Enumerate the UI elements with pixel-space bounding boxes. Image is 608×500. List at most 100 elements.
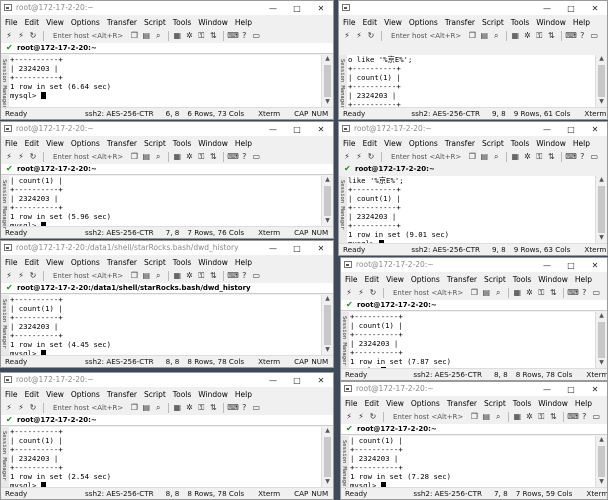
scroll-thumb[interactable] <box>598 446 605 477</box>
menu-item-transfer[interactable]: Transfer <box>107 258 137 267</box>
minimize-button[interactable]: — <box>535 382 559 396</box>
copy-icon[interactable]: ❐ <box>469 412 479 422</box>
maximize-button[interactable]: □ <box>285 122 309 136</box>
keymap-icon[interactable]: ⌨ <box>227 152 239 162</box>
quick-connect-icon[interactable]: ⚡ <box>354 31 364 41</box>
menu-item-edit[interactable]: Edit <box>365 275 380 284</box>
menu-item-edit[interactable]: Edit <box>363 18 378 27</box>
menu-item-transfer[interactable]: Transfer <box>445 18 475 27</box>
print-icon[interactable]: ▦ <box>172 152 182 162</box>
title-bar[interactable]: root@172-17-2-20:~ — □ ✕ <box>1 122 333 136</box>
menu-item-view[interactable]: View <box>384 18 402 27</box>
host-input[interactable]: Enter host <Alt+R> <box>53 32 123 40</box>
help-icon[interactable]: ? <box>577 152 587 162</box>
settings-icon[interactable]: ✲ <box>522 152 532 162</box>
maximize-button[interactable]: □ <box>559 122 583 136</box>
find-icon[interactable]: ⌕ <box>493 412 503 422</box>
help-icon[interactable]: ? <box>239 271 249 281</box>
maximize-button[interactable]: □ <box>285 373 309 387</box>
paste-icon[interactable]: ▤ <box>479 31 489 41</box>
menu-item-window[interactable]: Window <box>198 18 228 27</box>
menu-item-options[interactable]: Options <box>411 399 440 408</box>
scroll-up-icon[interactable]: ▲ <box>596 312 607 321</box>
scroll-down-icon[interactable]: ▼ <box>596 98 607 107</box>
menu-item-window[interactable]: Window <box>538 275 568 284</box>
menu-item-view[interactable]: View <box>386 275 404 284</box>
lightning-icon[interactable]: ⚡ <box>4 31 14 41</box>
terminal-output[interactable]: +----------+ | count(1) | +----------+ | 23… <box>9 295 321 355</box>
menu-item-options[interactable]: Options <box>71 139 100 148</box>
menu-item-help[interactable]: Help <box>573 18 590 27</box>
menu-item-edit[interactable]: Edit <box>365 399 380 408</box>
menu-item-help[interactable]: Help <box>573 139 590 148</box>
scroll-up-icon[interactable]: ▲ <box>322 176 333 185</box>
lightning-icon[interactable]: ⚡ <box>342 152 352 162</box>
minimize-button[interactable]: — <box>261 373 285 387</box>
maximize-button[interactable]: □ <box>559 382 583 396</box>
host-input[interactable]: Enter host <Alt+R> <box>391 153 461 161</box>
refresh-icon[interactable]: ↻ <box>368 288 378 298</box>
find-icon[interactable]: ⌕ <box>153 271 163 281</box>
session-manager-sidebar[interactable]: Session Manager <box>1 295 9 355</box>
host-input[interactable]: Enter host <Alt+R> <box>393 289 463 297</box>
help-icon[interactable]: ? <box>239 31 249 41</box>
title-bar[interactable]: root@172-17-2-20:~ — □ ✕ <box>1 1 333 15</box>
terminal-output[interactable]: +----------+ | 2324203 | +----------+ 1 row… <box>9 55 321 107</box>
refresh-icon[interactable]: ↻ <box>28 31 38 41</box>
menu-item-edit[interactable]: Edit <box>25 139 40 148</box>
session-tab[interactable] <box>339 43 607 54</box>
key-icon[interactable]: ⚿ <box>534 152 544 162</box>
script-icon[interactable]: ▭ <box>251 31 261 41</box>
print-icon[interactable]: ▦ <box>172 31 182 41</box>
paste-icon[interactable]: ▤ <box>141 152 151 162</box>
scroll-thumb[interactable] <box>324 186 331 216</box>
minimize-button[interactable]: — <box>261 241 285 255</box>
settings-icon[interactable]: ✲ <box>524 288 534 298</box>
help-icon[interactable]: ? <box>239 152 249 162</box>
scroll-down-icon[interactable]: ▼ <box>596 359 607 368</box>
menu-item-view[interactable]: View <box>46 18 64 27</box>
sftp-icon[interactable]: ⇅ <box>546 152 556 162</box>
scroll-up-icon[interactable]: ▲ <box>322 295 333 304</box>
menu-item-options[interactable]: Options <box>71 18 100 27</box>
paste-icon[interactable]: ▤ <box>481 288 491 298</box>
copy-icon[interactable]: ❐ <box>129 271 139 281</box>
scroll-down-icon[interactable]: ▼ <box>322 217 333 226</box>
vertical-scrollbar[interactable]: ▲ ▼ <box>595 436 607 487</box>
session-manager-sidebar[interactable]: Session Manager <box>339 55 347 109</box>
print-icon[interactable]: ▦ <box>510 31 520 41</box>
script-icon[interactable]: ▭ <box>251 152 261 162</box>
find-icon[interactable]: ⌕ <box>493 288 503 298</box>
session-manager-sidebar[interactable]: Session Manager <box>1 176 9 230</box>
title-bar[interactable]: — □ ✕ <box>339 1 607 15</box>
keymap-icon[interactable]: ⌨ <box>567 412 579 422</box>
print-icon[interactable]: ▦ <box>510 152 520 162</box>
session-tab[interactable]: root@172-17-2-20:~ <box>1 43 333 54</box>
menu-item-edit[interactable]: Edit <box>363 139 378 148</box>
menu-item-options[interactable]: Options <box>409 18 438 27</box>
refresh-icon[interactable]: ↻ <box>28 403 38 413</box>
menu-item-window[interactable]: Window <box>536 18 566 27</box>
copy-icon[interactable]: ❐ <box>129 403 139 413</box>
menu-item-tools[interactable]: Tools <box>511 18 529 27</box>
vertical-scrollbar[interactable]: ▲ ▼ <box>595 312 607 368</box>
menu-item-options[interactable]: Options <box>71 390 100 399</box>
menu-item-file[interactable]: File <box>345 399 358 408</box>
vertical-scrollbar[interactable]: ▲ ▼ <box>595 55 607 107</box>
minimize-button[interactable]: — <box>535 122 559 136</box>
menu-item-file[interactable]: File <box>345 275 358 284</box>
menu-item-window[interactable]: Window <box>198 139 228 148</box>
maximize-button[interactable]: □ <box>559 1 583 15</box>
sftp-icon[interactable]: ⇅ <box>208 271 218 281</box>
help-icon[interactable]: ? <box>577 31 587 41</box>
menu-item-file[interactable]: File <box>5 390 18 399</box>
sftp-icon[interactable]: ⇅ <box>548 288 558 298</box>
menu-item-script[interactable]: Script <box>482 18 504 27</box>
host-input[interactable]: Enter host <Alt+R> <box>53 272 123 280</box>
settings-icon[interactable]: ✲ <box>184 271 194 281</box>
key-icon[interactable]: ⚿ <box>536 412 546 422</box>
vertical-scrollbar[interactable]: ▲ ▼ <box>321 176 333 226</box>
menu-item-transfer[interactable]: Transfer <box>107 18 137 27</box>
key-icon[interactable]: ⚿ <box>196 31 206 41</box>
quick-connect-icon[interactable]: ⚡ <box>16 31 26 41</box>
